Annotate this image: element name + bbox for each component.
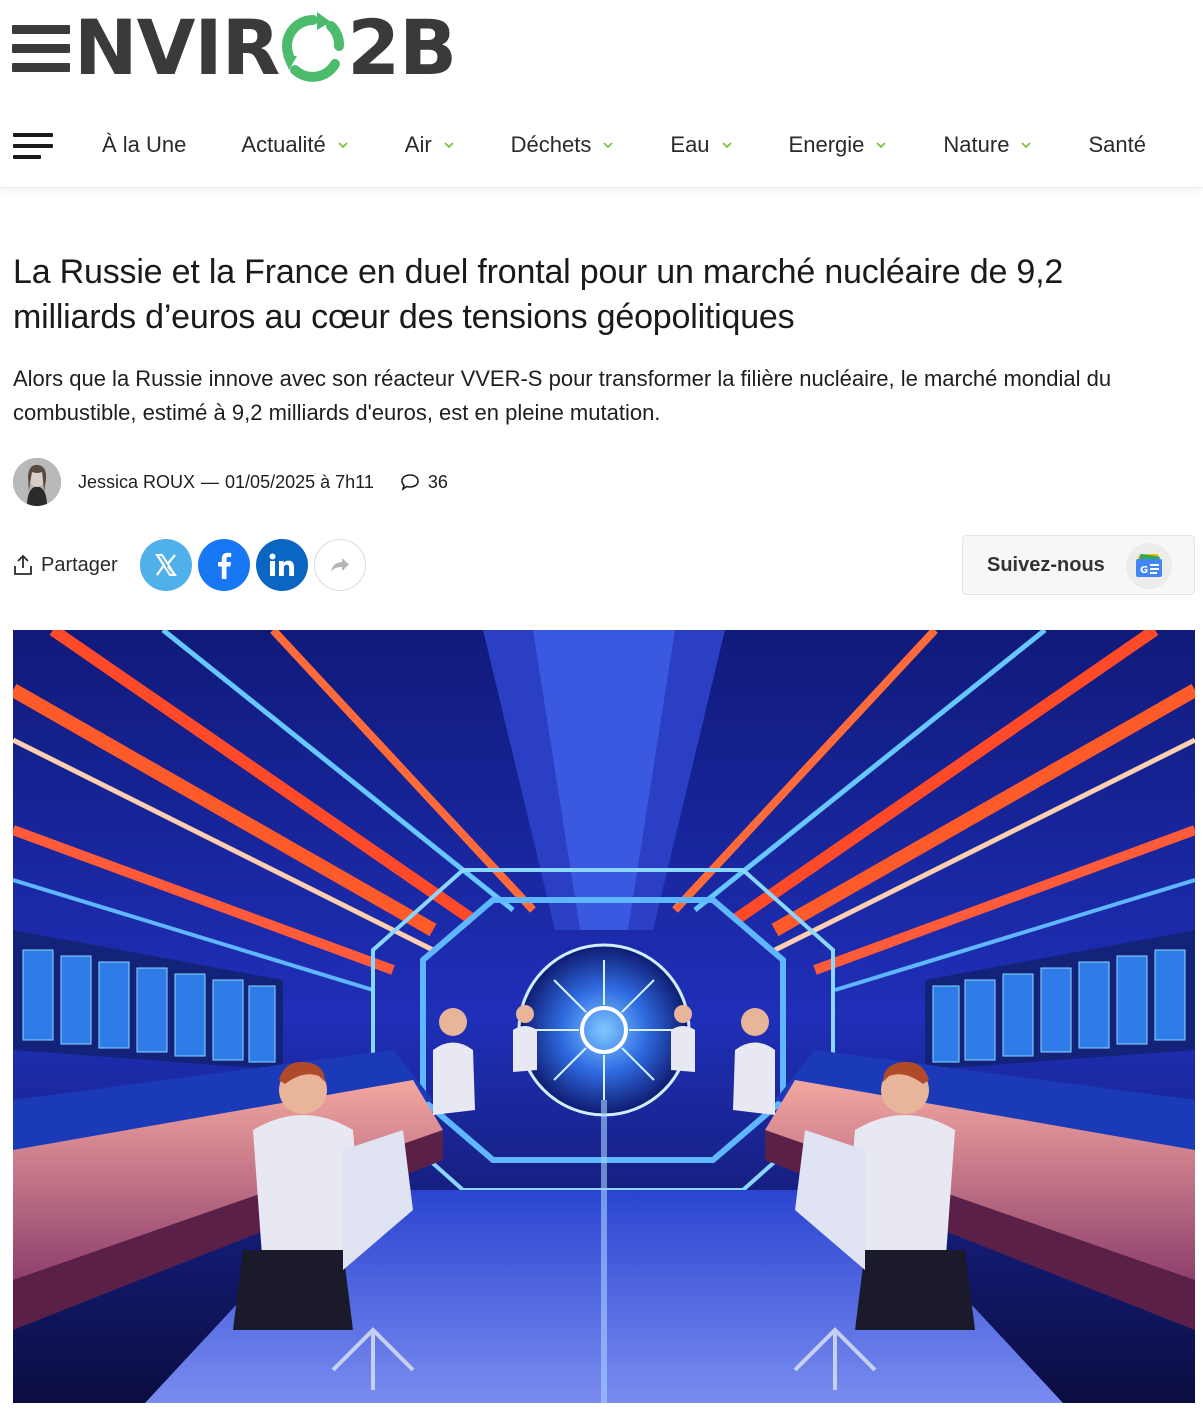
- nav-item-air[interactable]: Air: [405, 132, 456, 158]
- article-hero-image[interactable]: [13, 630, 1195, 1403]
- share-x-button[interactable]: [139, 539, 192, 591]
- nav-items: À la Une Actualité Air Déchets Eau Energ…: [102, 102, 1201, 188]
- follow-us-label: Suivez-nous: [987, 553, 1105, 576]
- share-linkedin-button[interactable]: [255, 539, 308, 591]
- share-label: Partager: [41, 553, 118, 576]
- nav-item-label: Air: [404, 132, 432, 157]
- nav-item-eau[interactable]: Eau: [670, 132, 733, 158]
- share-upload-icon: [14, 554, 32, 575]
- author-avatar[interactable]: [13, 458, 61, 506]
- nav-item-label: À la Une: [102, 132, 187, 157]
- publish-date: 01/05/2025 à 7h11: [225, 471, 374, 492]
- chevron-down-icon: [721, 142, 732, 149]
- logo-text-right: 2B: [347, 3, 457, 92]
- nav-item-energie[interactable]: Energie: [789, 132, 889, 158]
- author-name[interactable]: Jessica ROUX: [78, 472, 195, 493]
- comments-count: 36: [427, 471, 448, 492]
- nav-item-label: Actualité: [241, 132, 326, 157]
- linkedin-logo-icon: [269, 553, 294, 576]
- byline-separator: —: [201, 471, 220, 492]
- nav-item-label: Nature: [943, 132, 1010, 157]
- nav-item-nature[interactable]: Nature: [943, 132, 1033, 158]
- share-bar: Partager: [13, 539, 372, 591]
- nav-item-label: Déchets: [510, 132, 592, 157]
- control-room-illustration: [13, 630, 1195, 1403]
- main-navigation: À la Une Actualité Air Déchets Eau Energ…: [0, 102, 1203, 188]
- share-facebook-button[interactable]: [197, 539, 250, 591]
- google-news-icon: G: [1126, 543, 1172, 589]
- follow-us-button[interactable]: Suivez-nous G: [962, 535, 1195, 595]
- site-logo[interactable]: NVIR 2B: [12, 3, 457, 92]
- share-more-button[interactable]: [313, 539, 366, 591]
- article-byline: Jessica ROUX — 01/05/2025 à 7h11 36: [13, 458, 448, 506]
- chevron-down-icon: [876, 142, 887, 149]
- nav-item-a-la-une[interactable]: À la Une: [102, 132, 186, 158]
- chevron-down-icon: [338, 142, 348, 149]
- nav-item-actualite[interactable]: Actualité: [241, 132, 349, 158]
- comments-link[interactable]: 36: [400, 472, 448, 493]
- share-label-group[interactable]: Partager: [13, 554, 118, 577]
- logo-e-mark: [12, 19, 70, 77]
- nav-item-label: Santé: [1088, 132, 1146, 157]
- forward-arrow-icon: [330, 558, 349, 572]
- nav-item-label: Energie: [788, 132, 865, 157]
- chevron-down-icon: [444, 142, 454, 149]
- nav-item-dechets[interactable]: Déchets: [511, 132, 616, 158]
- menu-hamburger-icon[interactable]: [13, 133, 53, 159]
- svg-text:G: G: [1140, 565, 1148, 576]
- article-lede: Alors que la Russie innove avec son réac…: [13, 366, 1112, 425]
- logo-text-left: NVIR: [74, 3, 280, 92]
- chevron-down-icon: [603, 142, 614, 149]
- x-logo-icon: [154, 554, 177, 576]
- logo-recycle-o-icon: [282, 12, 345, 82]
- nav-item-label: Eau: [670, 132, 710, 157]
- chevron-down-icon: [1021, 142, 1032, 149]
- article-title: La Russie et la France en duel frontal p…: [13, 253, 1064, 336]
- facebook-logo-icon: [217, 552, 231, 579]
- comment-bubble-icon: [401, 474, 419, 491]
- nav-item-sante[interactable]: Santé: [1088, 132, 1146, 158]
